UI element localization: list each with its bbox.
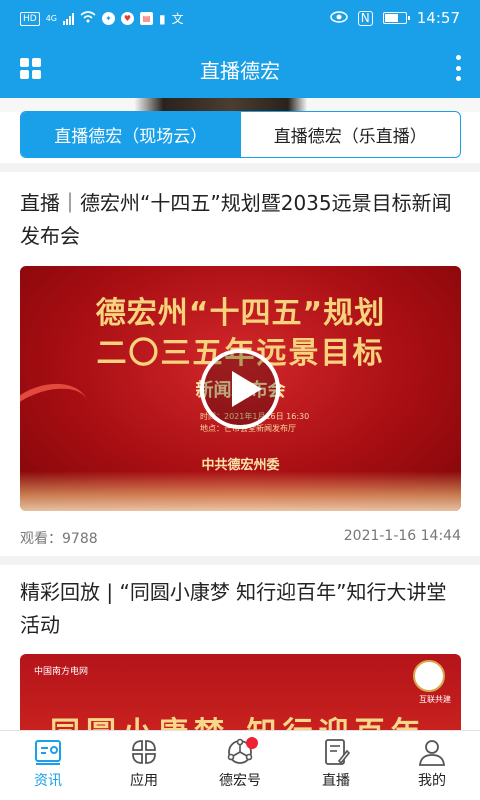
csg-logo: 中国南方电网: [34, 667, 89, 677]
battery-icon: [382, 12, 410, 24]
book-icon: ▤: [140, 12, 153, 25]
nav-label: 资讯: [34, 773, 62, 789]
thumb-headline: 同圆小康梦 知行迎百年: [50, 708, 426, 730]
publish-date: 2021-1-16 14:44: [343, 528, 461, 544]
page-title: 直播德宏: [200, 59, 280, 83]
article-title[interactable]: 精彩回放 | “同圆小康梦 知行迎百年”知行大讲堂活动: [20, 576, 460, 642]
article-stats: 观看：9788 2021-1-16 14:44: [20, 528, 461, 548]
divider: [0, 163, 480, 172]
view-count: 观看：9788: [20, 528, 98, 548]
nav-label: 德宏号: [219, 773, 261, 789]
nav-item-dehonghao[interactable]: 德宏号: [192, 731, 288, 800]
views-label: 观看：: [20, 531, 62, 547]
source-tabs: 直播德宏（现场云） 直播德宏（乐直播）: [20, 111, 461, 158]
nav-label: 应用: [130, 773, 158, 789]
apps-icon: [132, 740, 156, 764]
nav-label: 我的: [418, 773, 446, 789]
app-header: 直播德宏: [0, 38, 480, 98]
play-icon[interactable]: [200, 349, 280, 429]
eye-icon: [330, 9, 348, 27]
tab-lezhibo[interactable]: 直播德宏（乐直播）: [241, 112, 461, 157]
battery-level: [384, 14, 398, 22]
article-title[interactable]: 直播｜德宏州“十四五”规划暨2035远景目标新闻发布会: [20, 187, 460, 253]
thumb-headline-1: 德宏州“十四五”规划: [95, 296, 386, 331]
video-thumbnail[interactable]: 德宏州“十四五”规划 二〇三五年远景目标 新闻发布会 时间：2021年1月16日…: [20, 266, 461, 511]
alert-icon: ▮: [159, 11, 166, 26]
translate-icon: 文: [171, 12, 184, 26]
signal-bars-icon: [63, 12, 74, 25]
app-notify-icon: ✦: [102, 12, 115, 25]
nfc-icon: N: [357, 10, 373, 26]
seal-text: 互联共建: [419, 695, 451, 704]
live-edit-icon: [325, 739, 351, 765]
status-left-icons: HD 4G ✦ ♥ ▤ ▮ 文: [20, 10, 184, 27]
nav-label: 直播: [322, 773, 350, 789]
banner-image-strip: [0, 98, 480, 112]
nav-item-mine[interactable]: 我的: [384, 731, 480, 800]
nav-item-apps[interactable]: 应用: [96, 731, 192, 800]
wifi-icon: [80, 11, 96, 26]
divider: [0, 556, 480, 565]
nav-item-live[interactable]: 直播: [288, 731, 384, 800]
more-vertical-icon[interactable]: [454, 55, 462, 81]
gold-swoosh-decoration: [20, 471, 461, 511]
tab-xianchangyun[interactable]: 直播德宏（现场云）: [21, 112, 241, 157]
bottom-navigation: 资讯 应用 德宏号 直播 我的: [0, 730, 480, 800]
status-time: 14:57: [416, 9, 460, 27]
seal-emblem-icon: [413, 660, 445, 692]
user-icon: [419, 740, 445, 766]
news-icon: [35, 740, 61, 765]
article-thumbnail[interactable]: 中国南方电网 互联共建 同圆小康梦 知行迎百年: [20, 654, 461, 730]
signal-4g-icon: 4G: [45, 14, 57, 23]
hd-icon: HD: [20, 11, 40, 26]
status-bar: HD 4G ✦ ♥ ▤ ▮ 文 N 14:57: [0, 0, 480, 38]
status-right-icons: N 14:57: [330, 9, 460, 27]
gift-icon: ♥: [121, 12, 134, 25]
nav-item-news[interactable]: 资讯: [0, 731, 96, 800]
notification-dot: [246, 737, 258, 749]
views-value: 9788: [62, 531, 98, 547]
